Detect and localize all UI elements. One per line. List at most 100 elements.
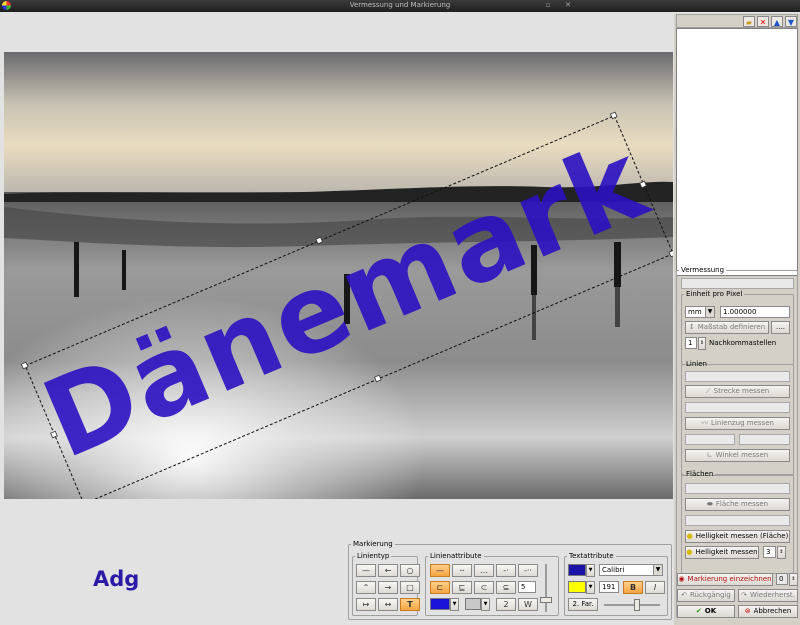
chevron-down-icon[interactable]: ▼ (481, 598, 490, 611)
markierung-button[interactable]: ◉ Markierung einzeichnen (677, 573, 773, 586)
check-icon: ✔ (695, 607, 702, 615)
circle-tool-button[interactable]: ○ (400, 564, 420, 577)
dimension-tool-button[interactable]: ↦ (356, 598, 376, 611)
two-button[interactable]: 2 (496, 598, 516, 611)
text-slider-track[interactable] (604, 604, 660, 606)
font-select[interactable]: Calibri ▼ (599, 564, 663, 576)
area-icon: ⬬ (706, 500, 713, 508)
decimals-spinner[interactable]: ⇕ (698, 337, 706, 350)
square-cap-button[interactable]: ⊏ (430, 581, 450, 594)
italic-button[interactable]: I (645, 581, 665, 594)
markings-list[interactable] (676, 28, 798, 276)
minimize-button[interactable]: ▫ (543, 1, 553, 10)
winkel-label: Winkel messen (715, 451, 769, 459)
brightness-area-button[interactable]: ● Helligkeit messen (Fläche) (685, 530, 790, 543)
polyline-tool-button[interactable]: ⌃ (356, 581, 376, 594)
second-color-button[interactable]: 2. Far. (568, 598, 598, 611)
arrow-left-tool-button[interactable]: ← (378, 564, 398, 577)
flaeche-label: Fläche messen (715, 500, 769, 508)
dashed-line-button[interactable]: ┄ (452, 564, 472, 577)
arrow-cap-button[interactable]: ⊆ (496, 581, 516, 594)
brightness-area-label: Helligkeit messen (Fläche) (695, 532, 789, 540)
unit-value: mm (688, 308, 702, 316)
flaechen-label: Flächen (686, 470, 714, 478)
markierung-label: Markierung einzeichnen (687, 575, 772, 583)
flat-cap-button[interactable]: ⊑ (452, 581, 472, 594)
brightness-value-input[interactable]: 3 (763, 546, 776, 558)
textattribute-label: Textattribute (569, 552, 614, 560)
chevron-down-icon[interactable]: ▼ (586, 564, 595, 577)
linientyp-label: Linientyp (357, 552, 390, 560)
line-tool-button[interactable]: — (356, 564, 376, 577)
w-button[interactable]: W (518, 598, 538, 611)
scale-define-button[interactable]: ↕ Maßstab definieren (685, 321, 769, 334)
opacity-slider-track[interactable] (545, 564, 547, 612)
linienzug-button[interactable]: 〰 Linienzug messen (685, 417, 790, 430)
linien-label: Linien (686, 360, 707, 368)
text-tool-button[interactable]: T (400, 598, 420, 611)
polyline-icon: 〰 (701, 419, 709, 427)
strecke-button[interactable]: ⟋ Strecke messen (685, 385, 790, 398)
flaeche-button[interactable]: ⬬ Fläche messen (685, 498, 790, 511)
fill-color-swatch[interactable] (465, 598, 481, 610)
markierung-label: Markierung (353, 540, 393, 548)
einheit-label: Einheit pro Pixel (686, 290, 743, 298)
move-down-icon[interactable]: ▼ (785, 16, 797, 27)
linien-result-field (685, 371, 790, 382)
scale-define-label: Maßstab definieren (697, 323, 766, 331)
strecke-result-field (685, 402, 790, 413)
bulb-icon: ● (686, 532, 693, 540)
line-width-input[interactable]: 5 (518, 581, 536, 593)
markierung-spinner[interactable]: ⇕ (789, 573, 798, 586)
winkel-button[interactable]: ∟ Winkel messen (685, 449, 790, 462)
bold-button[interactable]: B (623, 581, 643, 594)
redo-button[interactable]: ↷ Wiederherst. (738, 589, 798, 602)
undo-icon: ↶ (681, 591, 687, 599)
arrow-right-tool-button[interactable]: → (378, 581, 398, 594)
markierung-value[interactable]: 0 (776, 573, 788, 585)
title-bar: Vermessung und Markierung ▫ ✕ (0, 0, 800, 12)
double-arrow-tool-button[interactable]: ↔ (378, 598, 398, 611)
chevron-down-icon[interactable]: ▼ (450, 598, 459, 611)
undo-button[interactable]: ↶ Rückgängig (677, 589, 735, 602)
brightness-spinner[interactable]: ⇕ (777, 546, 786, 559)
rect-tool-button[interactable]: □ (400, 581, 420, 594)
opacity-slider-thumb[interactable] (540, 597, 552, 603)
folder-open-icon[interactable]: ▰ (743, 16, 755, 27)
brightness-button[interactable]: ● Helligkeit messen (685, 546, 759, 559)
image-canvas[interactable]: Dänemark (4, 52, 673, 499)
angle-field-1 (685, 434, 735, 445)
bg-color-swatch[interactable] (568, 581, 586, 593)
delete-icon[interactable]: ✕ (757, 16, 769, 27)
dashdot-line-button[interactable]: -· (496, 564, 516, 577)
text-color-swatch[interactable] (568, 564, 586, 576)
window-title: Vermessung und Markierung (349, 1, 451, 9)
ok-button[interactable]: ✔ OK (677, 605, 735, 618)
bulb-icon: ● (686, 548, 693, 556)
linienzug-label: Linienzug messen (711, 419, 774, 427)
move-up-icon[interactable]: ▲ (771, 16, 783, 27)
close-button[interactable]: ✕ (563, 1, 573, 10)
dotted-line-button[interactable]: … (474, 564, 494, 577)
measure-result-field (681, 278, 794, 289)
vermessung-label: Vermessung (681, 266, 725, 274)
chevron-down-icon: ▼ (653, 565, 662, 575)
more-button[interactable]: .... (771, 321, 790, 334)
unit-select[interactable]: mm ▼ (685, 306, 715, 318)
photo-svg[interactable]: Dänemark (4, 52, 673, 499)
right-panel: ▰ ✕ ▲ ▼ Vermessung Einheit pro Pixel mm … (674, 14, 800, 625)
cancel-button[interactable]: ⊗ Abbrechen (738, 605, 798, 618)
scale-value-input[interactable]: 1.000000 (720, 306, 790, 318)
text-slider-thumb[interactable] (634, 599, 640, 611)
chevron-down-icon[interactable]: ▼ (586, 581, 595, 594)
round-cap-button[interactable]: ⊂ (474, 581, 494, 594)
decimals-input[interactable]: 1 (685, 337, 697, 349)
redo-icon: ↷ (741, 591, 748, 599)
font-size-input[interactable]: 191 (599, 581, 619, 593)
line-color-swatch[interactable] (430, 598, 450, 610)
flaeche-result-field (685, 483, 790, 494)
solid-line-button[interactable]: — (430, 564, 450, 577)
dashdotdot-line-button[interactable]: -·· (518, 564, 538, 577)
line-tool-icon: ⟋ (705, 387, 711, 395)
redo-label: Wiederherst. (750, 591, 795, 599)
